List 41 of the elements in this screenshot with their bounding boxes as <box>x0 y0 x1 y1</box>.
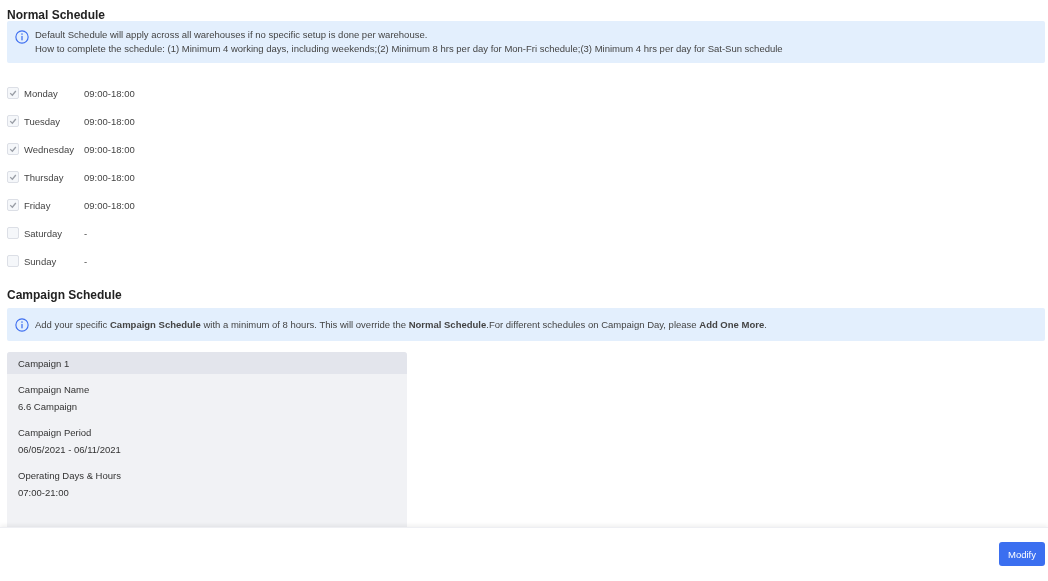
info-icon <box>15 318 29 332</box>
field-value: 07:00-21:00 <box>18 487 70 498</box>
day-label: Sunday <box>24 255 58 267</box>
day-hours: - <box>84 255 88 267</box>
day-hours: 09:00-18:00 <box>84 171 135 183</box>
field-label: Operating Days & Hours <box>18 470 122 481</box>
day-label: Saturday <box>24 227 64 239</box>
section-title: Campaign Schedule <box>7 287 123 304</box>
check-icon <box>9 117 17 125</box>
check-icon <box>9 173 17 181</box>
checkbox[interactable] <box>7 87 19 99</box>
field-value: 06/05/2021 - 06/11/2021 <box>18 444 122 455</box>
day-hours: 09:00-18:00 <box>84 115 135 127</box>
checkbox[interactable] <box>7 115 19 127</box>
card-header: Campaign 1 <box>7 352 407 374</box>
notice-text: Add your specific Campaign Schedule with a minimum of 8 hours. This will override the Normal Schedule.For different schedules on Campaign Day, please Add One More. <box>35 319 767 330</box>
checkbox[interactable] <box>7 143 19 155</box>
day-hours: 09:00-18:00 <box>84 199 135 211</box>
checkbox[interactable] <box>7 227 19 239</box>
checkbox[interactable] <box>7 171 19 183</box>
day-label: Monday <box>24 87 59 99</box>
checkbox[interactable] <box>7 255 19 267</box>
day-hours: 09:00-18:00 <box>84 143 135 155</box>
notice-text: Default Schedule will apply across all warehouses if no specific setup is done per warehouse. <box>35 29 429 40</box>
field-label: Campaign Name <box>18 384 91 395</box>
day-hours: 09:00-18:00 <box>84 87 135 99</box>
field-value: 6.6 Campaign <box>18 401 79 412</box>
checkbox[interactable] <box>7 199 19 211</box>
day-label: Tuesday <box>24 115 62 127</box>
notice-text: How to complete the schedule: (1) Minimum 4 working days, including weekends;(2) Minimum 8 hrs per day for Mon-Fri schedule;(3) Minimum 4 hrs per day for Sat-Sun schedule <box>35 43 783 54</box>
modify-button[interactable]: Modify <box>999 542 1045 566</box>
day-label: Friday <box>24 199 52 211</box>
check-icon <box>9 145 17 153</box>
section-title: Normal Schedule <box>7 7 107 21</box>
field-label: Campaign Period <box>18 427 93 438</box>
day-label: Wednesday <box>24 143 75 155</box>
check-icon <box>9 89 17 97</box>
day-hours: - <box>84 227 88 239</box>
day-label: Thursday <box>24 171 65 183</box>
info-icon <box>15 30 29 44</box>
check-icon <box>9 201 17 209</box>
